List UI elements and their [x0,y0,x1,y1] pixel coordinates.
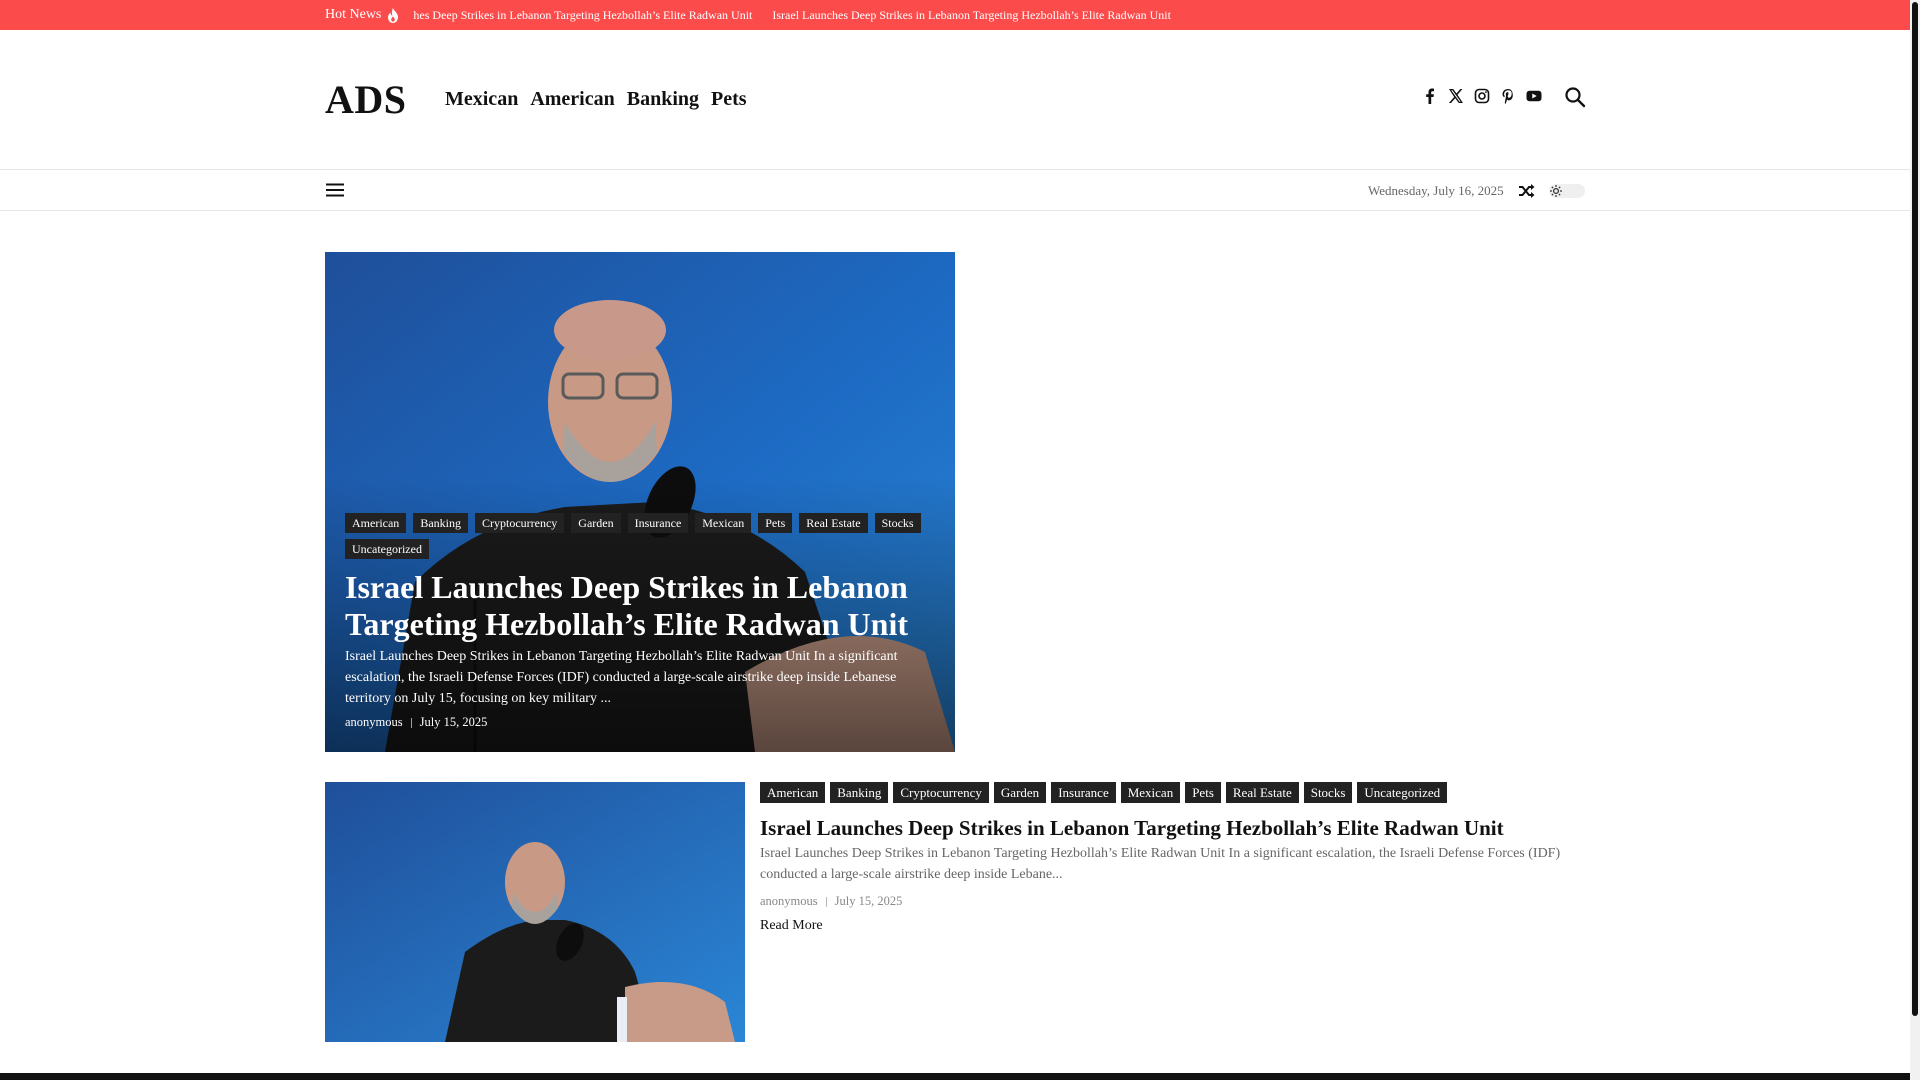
tag-cryptocurrency[interactable]: Cryptocurrency [893,782,989,803]
nav-item-mexican[interactable]: Mexican [445,88,518,111]
tag-uncategorized[interactable]: Uncategorized [345,539,429,559]
post-meta: anonymous July 15, 2025 [760,894,1600,909]
post-title[interactable]: Israel Launches Deep Strikes in Lebanon … [760,815,1600,841]
tag-insurance[interactable]: Insurance [627,513,689,533]
tag-garden[interactable]: Garden [993,782,1047,803]
hot-news-label-wrap: Hot News [325,7,399,23]
page-scrollbar[interactable] [1910,0,1920,1080]
featured-post-tags: American Banking Cryptocurrency Garden I… [345,513,935,559]
read-more-link[interactable]: Read More [760,918,823,934]
flame-icon [388,7,399,23]
post-date: July 15, 2025 [419,715,488,729]
news-ticker: hes Deep Strikes in Lebanon Targeting He… [413,8,1213,23]
instagram-icon[interactable] [1474,88,1490,104]
tag-uncategorized[interactable]: Uncategorized [1357,782,1448,803]
hot-news-bar: Hot News hes Deep Strikes in Lebanon Tar… [0,0,1910,30]
meta-separator [410,717,412,728]
tag-stocks[interactable]: Stocks [1303,782,1353,803]
post-author[interactable]: anonymous [345,715,403,730]
pinterest-icon[interactable] [1500,88,1516,104]
tag-banking[interactable]: Banking [413,513,468,533]
featured-post-meta: anonymous July 15, 2025 [345,715,935,730]
featured-post-card[interactable]: American Banking Cryptocurrency Garden I… [325,252,955,752]
tag-pets[interactable]: Pets [758,513,793,533]
post-thumbnail-image [325,782,745,1042]
featured-post-excerpt: Israel Launches Deep Strikes in Lebanon … [345,649,898,706]
tag-stocks[interactable]: Stocks [874,513,921,533]
tag-insurance[interactable]: Insurance [1051,782,1116,803]
search-icon[interactable] [1564,86,1586,108]
tag-real-estate[interactable]: Real Estate [1225,782,1299,803]
sub-bar: Wednesday, July 16, 2025 [0,171,1910,211]
tag-pets[interactable]: Pets [1185,782,1221,803]
tag-american[interactable]: American [760,782,826,803]
nav-item-american[interactable]: American [530,88,614,111]
hamburger-menu-icon[interactable] [326,183,344,197]
featured-post-title[interactable]: Israel Launches Deep Strikes in Lebanon … [345,569,935,643]
ticker-item[interactable]: Israel Launches Deep Strikes in Lebanon … [772,8,1171,23]
post-thumbnail[interactable] [325,782,745,1042]
tag-garden[interactable]: Garden [571,513,621,533]
social-links [1422,88,1542,104]
post-excerpt: Israel Launches Deep Strikes in Lebanon … [760,846,1561,882]
nav-item-pets[interactable]: Pets [711,88,747,111]
scrollbar-thumb[interactable] [1912,2,1918,1016]
theme-toggle[interactable] [1549,184,1585,198]
youtube-icon[interactable] [1526,88,1542,104]
site-header: ADS Mexican American Banking Pets [0,30,1910,170]
tag-banking[interactable]: Banking [830,782,889,803]
theme-toggle-track [1549,184,1585,198]
facebook-icon[interactable] [1422,88,1438,104]
tag-mexican[interactable]: Mexican [1120,782,1181,803]
current-date: Wednesday, July 16, 2025 [1368,183,1504,198]
hot-news-label: Hot News [325,7,382,22]
tag-american[interactable]: American [345,513,407,533]
sun-icon [1550,185,1562,197]
post-author[interactable]: anonymous [760,894,818,909]
nav-item-banking[interactable]: Banking [627,88,699,111]
featured-post-content: American Banking Cryptocurrency Garden I… [345,513,935,730]
post-card: American Banking Cryptocurrency Garden I… [760,782,1600,934]
shuffle-icon[interactable] [1518,183,1535,199]
main-nav: Mexican American Banking Pets [445,88,747,111]
ticker-item[interactable]: hes Deep Strikes in Lebanon Targeting He… [413,8,752,23]
tag-real-estate[interactable]: Real Estate [799,513,868,533]
post-tags: American Banking Cryptocurrency Garden I… [760,782,1600,803]
site-logo[interactable]: ADS [325,76,407,123]
x-icon[interactable] [1448,88,1464,104]
tag-mexican[interactable]: Mexican [695,513,752,533]
meta-separator [825,896,827,907]
footer-strip [0,1073,1910,1080]
tag-cryptocurrency[interactable]: Cryptocurrency [474,513,565,533]
post-date: July 15, 2025 [834,894,903,908]
